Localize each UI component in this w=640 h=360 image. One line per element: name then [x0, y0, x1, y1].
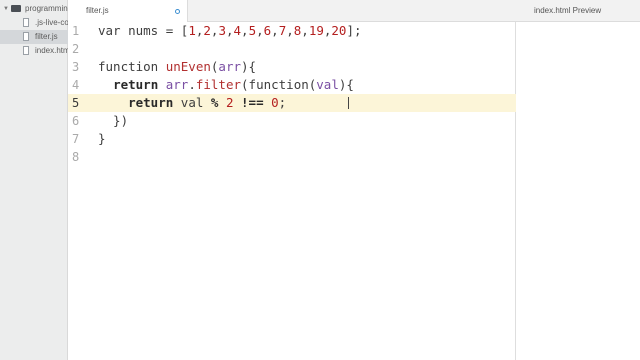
line-number: 4 [72, 78, 80, 92]
code-line[interactable]: 4 return arr.filter(function(val){ [68, 76, 516, 94]
tree-file-filter-js[interactable]: filter.js [0, 30, 68, 44]
line-number: 1 [72, 24, 80, 38]
preview-pane: index.html Preview [516, 0, 640, 360]
text-cursor [348, 97, 349, 109]
file-label: index.html [35, 46, 68, 55]
line-number: 8 [72, 150, 80, 164]
code-text: return val % 2 !== 0; [128, 95, 287, 110]
code-text: }) [98, 113, 129, 128]
preview-tab-title[interactable]: index.html Preview [534, 6, 601, 15]
editor-tab-bar: filter.js [68, 0, 516, 22]
file-icon [23, 18, 29, 27]
modified-indicator-icon[interactable] [175, 9, 180, 14]
line-number: 6 [72, 114, 80, 128]
folder-label: programming [25, 4, 68, 13]
tab-filter-js[interactable]: filter.js [68, 0, 188, 22]
line-number: 2 [72, 42, 80, 56]
tree-folder-programming[interactable]: ▼ programming [0, 2, 68, 16]
file-label: .js-live-co [35, 18, 68, 27]
folder-icon [11, 5, 21, 12]
code-line[interactable]: 8 [68, 148, 516, 166]
tree-file-index-html[interactable]: index.html [0, 44, 68, 58]
code-line[interactable]: 2 [68, 40, 516, 58]
line-number: 3 [72, 60, 80, 74]
chevron-down-icon[interactable]: ▼ [3, 2, 9, 16]
code-text: var nums = [1,2,3,4,5,6,7,8,19,20]; [98, 23, 362, 38]
code-line[interactable]: 6 }) [68, 112, 516, 130]
code-line[interactable]: 1 var nums = [1,2,3,4,5,6,7,8,19,20]; [68, 22, 516, 40]
code-text: return arr.filter(function(val){ [113, 77, 354, 92]
tree-file-js-live-config[interactable]: .js-live-co [0, 16, 68, 30]
code-text: function unEven(arr){ [98, 59, 257, 74]
code-line[interactable]: 7 } [68, 130, 516, 148]
code-text: } [98, 131, 106, 146]
line-number: 5 [72, 96, 80, 110]
file-label: filter.js [35, 32, 58, 41]
code-editor[interactable]: filter.js 1 var nums = [1,2,3,4,5,6,7,8,… [68, 0, 516, 360]
tab-title: filter.js [86, 6, 109, 15]
file-icon [23, 32, 29, 41]
file-icon [23, 46, 29, 55]
line-number: 7 [72, 132, 80, 146]
preview-tab-bar: index.html Preview [516, 0, 640, 22]
file-tree-sidebar: ▼ programming .js-live-co filter.js inde… [0, 0, 68, 360]
code-line-current[interactable]: 5 return val % 2 !== 0; [68, 94, 516, 112]
code-line[interactable]: 3 function unEven(arr){ [68, 58, 516, 76]
